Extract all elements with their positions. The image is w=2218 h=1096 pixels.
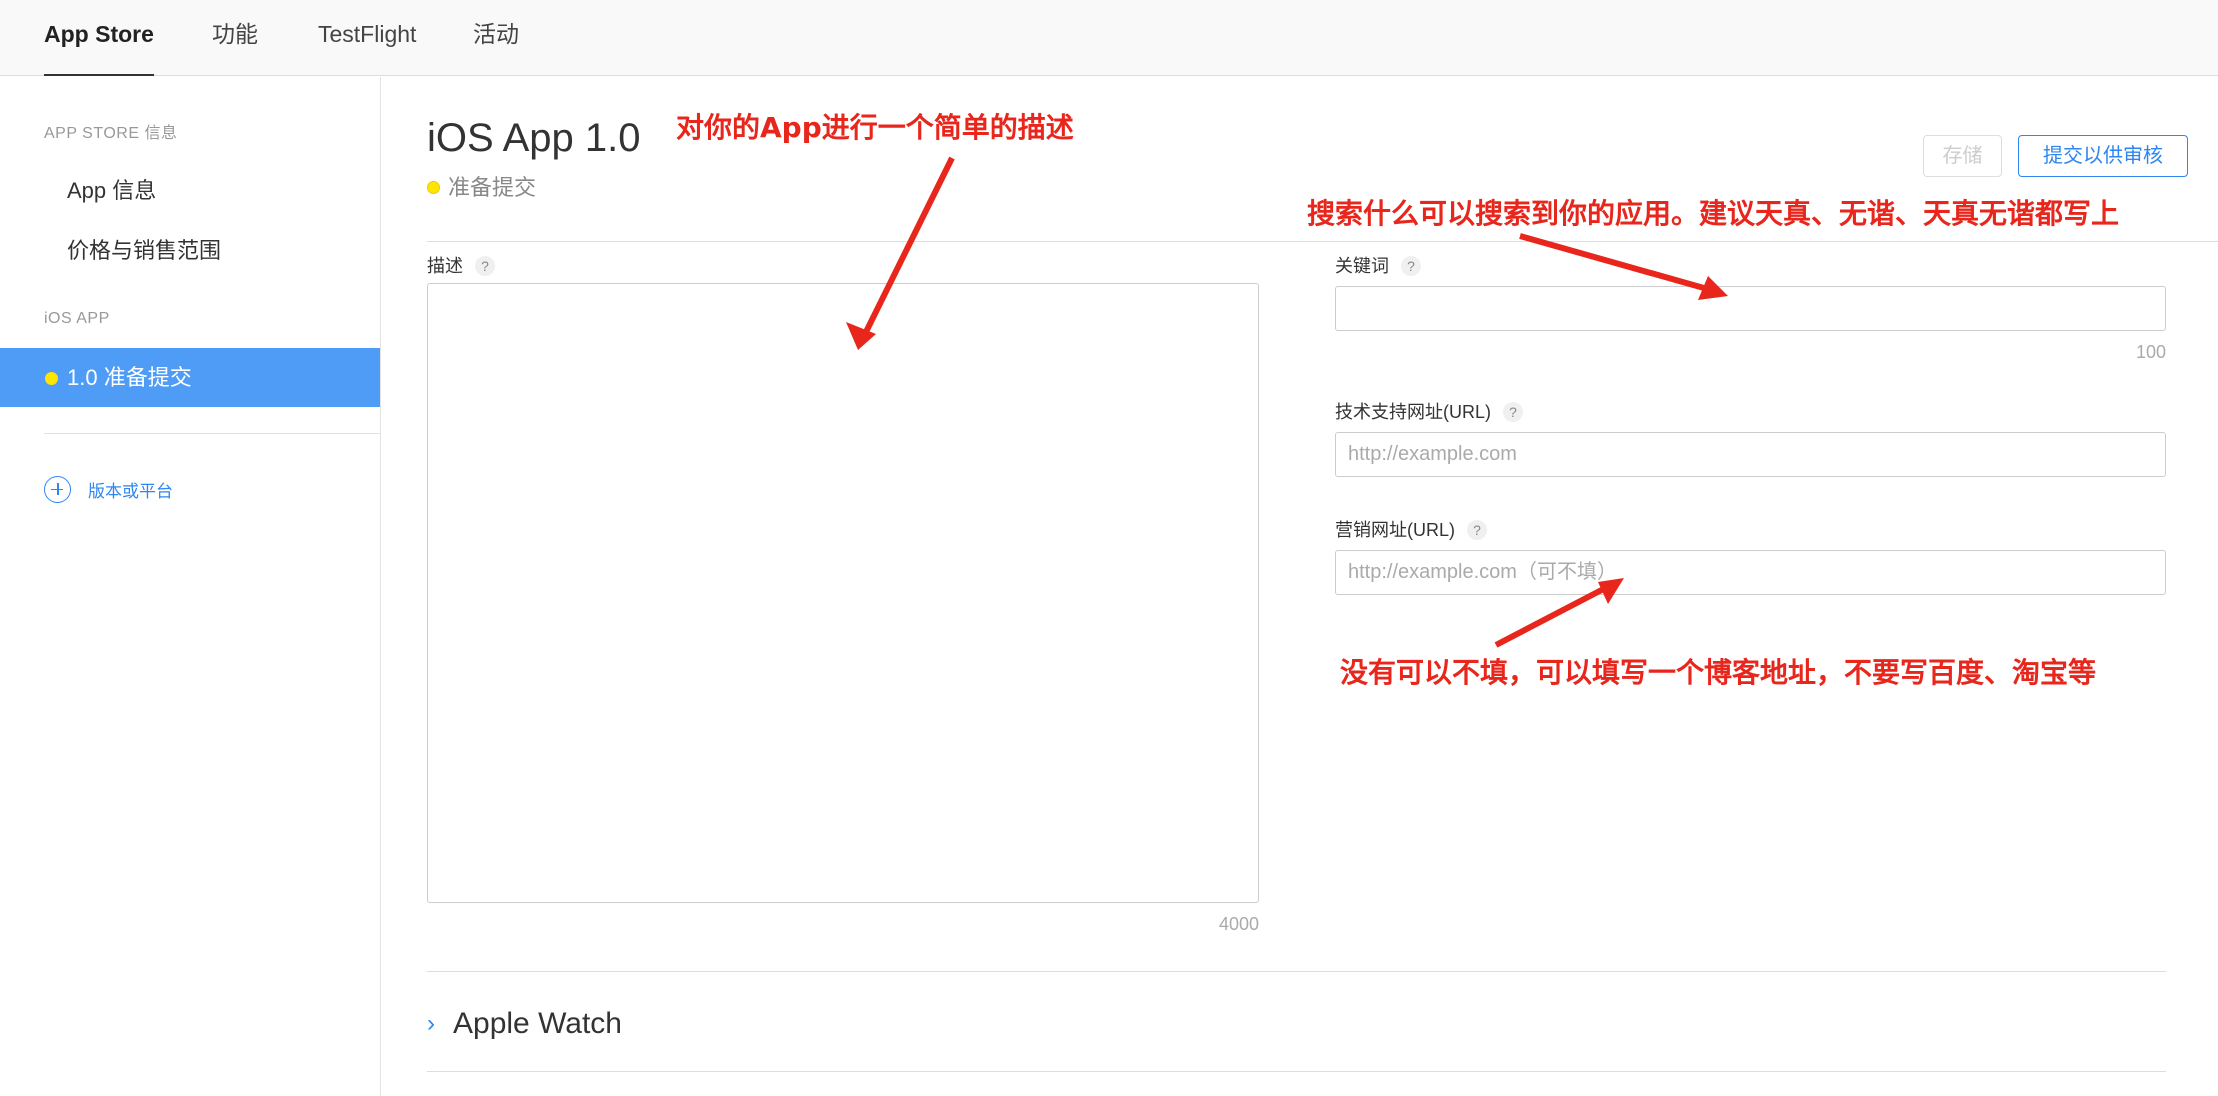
keywords-label-text: 关键词: [1335, 256, 1389, 276]
keywords-input[interactable]: [1335, 286, 2166, 331]
plus-circle-icon: [44, 475, 71, 503]
support-url-label-text: 技术支持网址(URL): [1335, 402, 1491, 422]
support-url-input[interactable]: http://example.com: [1335, 432, 2166, 477]
description-label: 描述?: [427, 252, 495, 278]
marketing-url-label: 营销网址(URL)?: [1335, 516, 1487, 542]
question-mark-icon[interactable]: ?: [1401, 256, 1421, 277]
section-divider: [427, 971, 2166, 972]
description-counter: 4000: [1218, 914, 1259, 934]
annotation-keywords: 搜索什么可以搜索到你的应用。建议天真、无谐、天真无谐都写上: [1307, 197, 2120, 230]
description-textarea[interactable]: [427, 283, 1259, 903]
description-label-text: 描述: [427, 256, 463, 276]
sidebar-item-app-info[interactable]: App 信息: [67, 173, 156, 205]
question-mark-icon[interactable]: ?: [1503, 402, 1523, 423]
sidebar: APP STORE 信息 App 信息 价格与销售范围 iOS APP 1.0 …: [0, 77, 381, 1096]
submit-for-review-button[interactable]: 提交以供审核: [2018, 135, 2188, 177]
question-mark-icon[interactable]: ?: [475, 256, 495, 277]
version-status-label: 准备提交: [448, 175, 537, 200]
sidebar-item-version-label: 1.0 准备提交: [67, 365, 192, 390]
chevron-right-icon: ›: [427, 1010, 435, 1037]
sidebar-item-version[interactable]: 1.0 准备提交: [0, 348, 380, 407]
sidebar-divider: [44, 433, 380, 434]
page-title: iOS App 1.0: [427, 116, 641, 160]
question-mark-icon[interactable]: ?: [1467, 520, 1487, 541]
sidebar-section-ios-app: iOS APP: [44, 310, 110, 327]
keywords-counter: 100: [2135, 342, 2166, 362]
section-divider: [427, 1071, 2166, 1072]
add-platform-button[interactable]: 版本或平台: [44, 474, 173, 504]
top-navigation: App Store 功能 TestFlight 活动: [0, 0, 2218, 76]
save-button[interactable]: 存储: [1923, 135, 2002, 177]
tab-app-store[interactable]: App Store: [44, 0, 154, 76]
apple-watch-label: Apple Watch: [453, 1007, 622, 1040]
tab-features[interactable]: 功能: [212, 0, 258, 76]
status-dot-icon: [45, 372, 58, 385]
sidebar-item-pricing[interactable]: 价格与销售范围: [67, 233, 221, 265]
tab-activity[interactable]: 活动: [473, 0, 519, 76]
status-dot-icon: [427, 180, 440, 194]
sidebar-section-app-store: APP STORE 信息: [44, 125, 178, 142]
add-platform-label: 版本或平台: [88, 481, 173, 501]
tab-testflight[interactable]: TestFlight: [318, 0, 416, 76]
support-url-label: 技术支持网址(URL)?: [1335, 398, 1523, 424]
annotation-description: 对你的App进行一个简单的描述: [676, 111, 1074, 144]
marketing-url-label-text: 营销网址(URL): [1335, 520, 1455, 540]
keywords-label: 关键词?: [1335, 252, 1421, 278]
version-status: 准备提交: [427, 170, 536, 202]
header-divider: [427, 241, 2218, 242]
apple-watch-section-toggle[interactable]: › Apple Watch: [427, 1004, 622, 1044]
marketing-url-input[interactable]: http://example.com（可不填）: [1335, 550, 2166, 595]
annotation-marketing: 没有可以不填，可以填写一个博客地址，不要写百度、淘宝等: [1340, 656, 2097, 689]
